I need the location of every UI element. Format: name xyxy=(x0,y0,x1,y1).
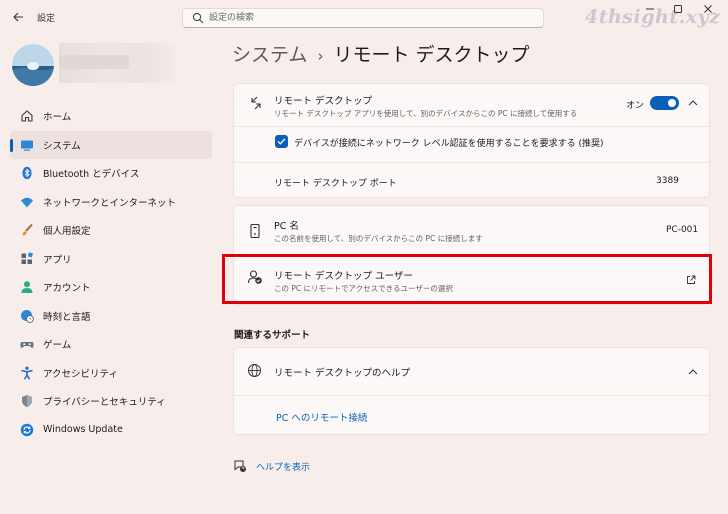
remote-desktop-title: リモート デスクトップ xyxy=(274,96,373,107)
sidebar-item-time-language[interactable]: 時刻と言語 xyxy=(10,302,212,331)
port-value: 3389 xyxy=(656,176,679,186)
brush-icon xyxy=(19,222,35,238)
sidebar-item-personalization[interactable]: 個人用設定 xyxy=(10,216,212,245)
maximize-icon xyxy=(674,5,682,13)
sidebar-item-privacy[interactable]: プライバシーとセキュリティ xyxy=(10,387,212,416)
toggle-state-label: オン xyxy=(626,101,645,111)
minimize-button[interactable] xyxy=(640,3,660,19)
breadcrumb-separator: › xyxy=(317,47,324,65)
title-bar: 設定 4thsight.xyz xyxy=(0,0,728,34)
globe-clock-icon xyxy=(19,308,35,324)
sidebar-item-label: ネットワークとインターネット xyxy=(43,197,177,209)
maximize-button[interactable] xyxy=(668,3,688,19)
close-icon xyxy=(704,5,712,13)
sidebar-item-label: システム xyxy=(43,140,81,152)
divider xyxy=(234,126,709,127)
divider xyxy=(234,162,709,163)
highlight-box xyxy=(222,254,712,304)
port-label: リモート デスクトップ ポート xyxy=(274,179,397,189)
monitor-icon xyxy=(19,137,35,153)
shield-icon xyxy=(19,393,35,409)
remote-desktop-toggle[interactable] xyxy=(650,96,679,110)
remote-connection-link[interactable]: PC へのリモート接続 xyxy=(276,410,367,424)
chevron-up-icon xyxy=(688,369,698,375)
gamepad-icon xyxy=(19,336,35,352)
settings-window: 設定 4thsight.xyz ホーム xyxy=(0,0,728,514)
globe-icon xyxy=(248,364,261,377)
sidebar-item-home[interactable]: ホーム xyxy=(10,102,212,131)
sidebar-item-label: Windows Update xyxy=(43,424,123,436)
pc-name-description: この名前を使用して、別のデバイスからこの PC に接続します xyxy=(274,234,483,243)
sidebar-item-system[interactable]: システム xyxy=(10,130,212,159)
show-help-link[interactable]: ヘルプを表示 xyxy=(256,460,310,473)
sidebar-item-label: アカウント xyxy=(43,283,91,295)
sidebar-item-windows-update[interactable]: Windows Update xyxy=(10,416,212,445)
sidebar-nav: ホーム システム Bluetooth とデバイス ネットワークとインターネット … xyxy=(10,102,212,444)
pc-tower-icon xyxy=(250,223,260,239)
related-support-heading: 関連するサポート xyxy=(234,330,311,341)
chevron-up-icon[interactable] xyxy=(688,99,698,107)
profile-info-blurred xyxy=(59,43,175,83)
help-icon xyxy=(234,460,246,472)
sidebar-item-label: ゲーム xyxy=(43,340,72,352)
sidebar-item-label: ホーム xyxy=(43,112,72,124)
sidebar-item-bluetooth[interactable]: Bluetooth とデバイス xyxy=(10,159,212,188)
checkmark-icon xyxy=(277,138,286,145)
sidebar-item-apps[interactable]: アプリ xyxy=(10,245,212,274)
close-button[interactable] xyxy=(698,3,718,19)
minimize-icon xyxy=(646,8,654,10)
accessibility-icon xyxy=(19,365,35,381)
app-title: 設定 xyxy=(37,14,56,24)
update-icon xyxy=(19,422,35,438)
sidebar-item-gaming[interactable]: ゲーム xyxy=(10,330,212,359)
search-input[interactable] xyxy=(209,10,529,26)
divider xyxy=(234,395,709,396)
sidebar-item-accounts[interactable]: アカウント xyxy=(10,273,212,302)
avatar[interactable] xyxy=(12,44,54,86)
back-button[interactable] xyxy=(8,8,28,26)
search-box[interactable] xyxy=(182,8,544,28)
remote-desktop-card: リモート デスクトップ リモート デスクトップ アプリを使用して、別のデバイスか… xyxy=(233,83,710,198)
help-header-row[interactable]: リモート デスクトップのヘルプ xyxy=(234,348,709,394)
breadcrumb-parent[interactable]: システム xyxy=(232,44,307,66)
person-icon xyxy=(19,279,35,295)
search-icon xyxy=(192,12,204,24)
apps-icon xyxy=(19,251,35,267)
pc-name-value: PC-001 xyxy=(666,225,699,235)
sidebar-item-label: 個人用設定 xyxy=(43,226,91,238)
remote-desktop-icon xyxy=(251,96,261,110)
page-title: リモート デスクトップ xyxy=(333,44,530,66)
sidebar-item-label: アプリ xyxy=(43,254,72,266)
avatar-photo xyxy=(12,44,54,86)
breadcrumb: システム › リモート デスクトップ xyxy=(232,40,529,67)
nla-checkbox[interactable] xyxy=(275,135,288,148)
sidebar-item-label: プライバシーとセキュリティ xyxy=(43,397,166,409)
bluetooth-icon xyxy=(19,165,35,181)
sidebar-item-label: アクセシビリティ xyxy=(43,368,118,380)
pc-name-title: PC 名 xyxy=(274,221,299,232)
nla-checkbox-label: デバイスが接続にネットワーク レベル認証を使用することを要求する (推奨) xyxy=(294,139,604,149)
sidebar-item-accessibility[interactable]: アクセシビリティ xyxy=(10,359,212,388)
help-title: リモート デスクトップのヘルプ xyxy=(274,368,411,379)
home-icon xyxy=(19,108,35,124)
remote-desktop-description: リモート デスクトップ アプリを使用して、別のデバイスからこの PC に接続して… xyxy=(274,109,578,118)
wifi-icon xyxy=(19,194,35,210)
sidebar-item-label: Bluetooth とデバイス xyxy=(43,169,140,181)
help-card: リモート デスクトップのヘルプ PC へのリモート接続 xyxy=(233,347,710,435)
sidebar-item-label: 時刻と言語 xyxy=(43,311,91,323)
arrow-left-icon xyxy=(13,12,23,22)
sidebar-item-network[interactable]: ネットワークとインターネット xyxy=(10,188,212,217)
active-indicator xyxy=(10,138,13,152)
